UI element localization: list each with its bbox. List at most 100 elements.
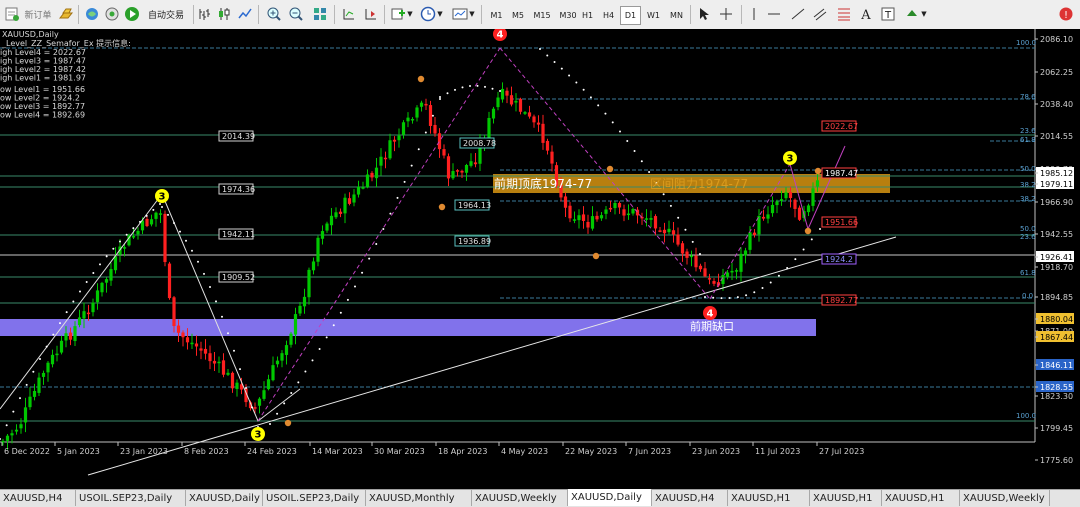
zoom-out-icon[interactable] xyxy=(288,6,304,22)
semafor-label: 4 xyxy=(497,30,504,41)
chart-tab[interactable]: XAUUSD,H1 xyxy=(810,490,882,506)
toolbar-separator xyxy=(741,5,742,24)
chart-tab[interactable]: XAUUSD,Daily xyxy=(568,489,652,506)
timeframe-h1[interactable]: H1 xyxy=(577,6,598,25)
chart-tab[interactable]: XAUUSD,Weekly xyxy=(472,490,568,506)
right-level-label: 1987.47 xyxy=(825,169,858,178)
chart-shift-icon[interactable] xyxy=(363,6,379,22)
minor-semafor-dot xyxy=(814,167,822,175)
sar-dot xyxy=(633,149,636,152)
channel-icon[interactable] xyxy=(812,6,828,22)
timeframe-m5[interactable]: M5 xyxy=(507,6,529,25)
auto-scroll-icon[interactable] xyxy=(341,6,357,22)
bear-candle xyxy=(581,214,586,221)
periods-clock-icon[interactable] xyxy=(420,6,436,22)
bull-candle xyxy=(469,161,473,166)
chevron-down-icon[interactable]: ▼ xyxy=(436,4,444,24)
bear-candle xyxy=(698,265,703,270)
arrows-icon[interactable] xyxy=(904,6,920,22)
toolbar-separator xyxy=(193,5,194,24)
minor-semafor-dot xyxy=(284,419,292,427)
chart-tab[interactable]: XAUUSD,H1 xyxy=(728,490,810,506)
sar-dot xyxy=(197,260,199,263)
sar-dot xyxy=(39,358,41,361)
new-order-icon[interactable] xyxy=(4,6,20,22)
chevron-down-icon[interactable]: ▼ xyxy=(406,4,414,24)
market-watch-icon[interactable] xyxy=(84,6,100,22)
sar-dot xyxy=(684,228,687,231)
semafor-label: 3 xyxy=(787,154,794,165)
indicators-icon[interactable] xyxy=(390,6,406,22)
bear-candle xyxy=(230,372,235,389)
chart-tab[interactable]: XAUUSD,Monthly xyxy=(366,490,472,506)
gold-bars-icon[interactable] xyxy=(58,6,74,22)
sar-dot xyxy=(45,345,48,348)
chart-canvas[interactable]: 100.078.623.661.850.038.238.250.023.661.… xyxy=(0,27,1080,489)
bull-candle xyxy=(50,354,55,365)
sar-dot xyxy=(32,370,35,373)
zoom-in-icon[interactable] xyxy=(266,6,282,22)
price-chart[interactable]: 100.0 78.6 23.6 61.8 50.0 38.2 38.2 50.0 23.6 61.… xyxy=(0,27,1080,489)
bull-candle xyxy=(307,269,311,298)
horizontal-line-icon[interactable] xyxy=(766,6,782,22)
sar-dot xyxy=(539,48,541,50)
chart-tab[interactable]: XAUUSD,Weekly xyxy=(960,490,1050,506)
sar-dot xyxy=(597,104,600,107)
crosshair-icon[interactable] xyxy=(718,6,734,22)
chart-tab[interactable]: XAUUSD,Daily xyxy=(186,490,263,506)
trendline-icon[interactable] xyxy=(790,6,806,22)
candlestick-icon[interactable] xyxy=(216,6,232,22)
bear-candle xyxy=(568,205,572,219)
auto-trading-button[interactable]: 自动交易 xyxy=(142,4,190,24)
bull-candle xyxy=(217,361,221,364)
fibonacci-icon[interactable] xyxy=(836,6,852,22)
sar-dot xyxy=(139,220,141,223)
auto-trading-icon[interactable] xyxy=(124,6,140,22)
sar-dot xyxy=(720,297,723,300)
bull-candle xyxy=(514,100,518,103)
chart-tab[interactable]: USOIL.SEP23,Daily xyxy=(263,490,366,506)
bull-candle xyxy=(401,122,406,135)
line-chart-icon[interactable] xyxy=(237,6,253,22)
timeframe-mn[interactable]: MN xyxy=(665,6,688,25)
bar-chart-icon[interactable] xyxy=(197,6,213,22)
fib-percent-label: 23.6 xyxy=(1020,127,1036,135)
bear-candle xyxy=(653,216,658,229)
timeframe-m1[interactable]: M1 xyxy=(486,6,507,25)
notification-icon[interactable]: ! xyxy=(1058,6,1074,22)
chart-tab[interactable]: XAUUSD,H4 xyxy=(0,490,76,506)
tile-windows-icon[interactable] xyxy=(312,6,328,22)
chart-tab[interactable]: XAUUSD,H1 xyxy=(882,490,960,506)
sar-dot xyxy=(439,98,441,100)
bear-candle xyxy=(370,172,374,178)
sar-dot xyxy=(575,81,578,84)
templates-icon[interactable] xyxy=(452,6,468,22)
semafor-label: 3 xyxy=(255,430,262,441)
svg-text:T: T xyxy=(884,10,892,21)
cursor-icon[interactable] xyxy=(696,6,712,22)
timeframe-h4[interactable]: H4 xyxy=(598,6,619,25)
text-tool-icon[interactable]: T xyxy=(880,6,896,22)
expert-advisor-icon[interactable] xyxy=(104,6,120,22)
timeframe-d1[interactable]: D1 xyxy=(620,6,641,25)
chevron-down-icon[interactable]: ▼ xyxy=(468,4,476,24)
chart-tab[interactable]: XAUUSD,H4 xyxy=(652,490,728,506)
new-order-button[interactable]: 新订单 xyxy=(21,4,55,24)
chart-tab[interactable]: USOIL.SEP23,Daily xyxy=(76,490,186,506)
sar-dot xyxy=(361,271,364,274)
timeframe-m15[interactable]: M15 xyxy=(529,6,555,25)
bull-candle xyxy=(464,165,469,173)
timeframe-w1[interactable]: W1 xyxy=(643,6,664,25)
sar-dot xyxy=(491,87,494,90)
sar-dot xyxy=(640,160,643,163)
bull-candle xyxy=(109,269,113,281)
bull-candle xyxy=(275,360,280,365)
right-level-label: 2022.67 xyxy=(825,122,858,131)
semafor-label: 4 xyxy=(707,309,714,320)
chevron-down-icon[interactable]: ▼ xyxy=(920,4,928,24)
vertical-line-icon[interactable] xyxy=(746,6,762,22)
bull-candle xyxy=(748,232,752,250)
sar-dot xyxy=(354,285,356,288)
bear-candle xyxy=(163,213,167,263)
text-label-icon[interactable]: A xyxy=(858,6,874,23)
